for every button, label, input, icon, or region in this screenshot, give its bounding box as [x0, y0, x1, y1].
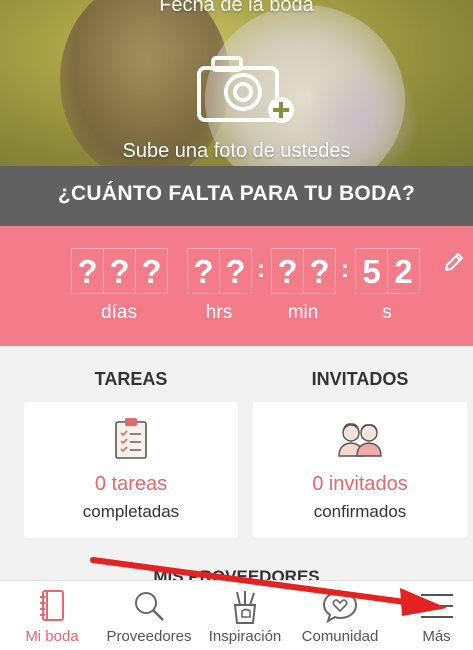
minutes-digit: ? [271, 248, 304, 294]
bottom-navigation: Mi boda Proveedores Inspiración Comunida… [0, 580, 473, 650]
seconds-group: 5 2 s [355, 248, 420, 323]
seconds-label: s [382, 302, 392, 323]
days-digit: ? [103, 248, 136, 294]
countdown-panel: ? ? ? días ? ? hrs : ? ? min : 5 2 s [0, 226, 473, 346]
hours-digit: ? [219, 248, 252, 294]
guests-status: confirmados [313, 502, 407, 521]
tasks-title: TAREAS [94, 369, 168, 389]
hours-group: ? ? hrs [187, 248, 252, 323]
days-group: ? ? ? días [71, 248, 168, 323]
nav-label: Más [422, 628, 451, 645]
tasks-card[interactable]: 0 tareas completadas [24, 402, 238, 538]
nav-comunidad[interactable]: Comunidad [290, 581, 390, 650]
time-separator: : [341, 256, 349, 283]
days-label: días [101, 302, 137, 323]
tasks-status: completadas [82, 502, 180, 521]
nav-label: Comunidad [301, 628, 379, 645]
clipboard-checklist-icon [115, 418, 147, 459]
nav-mi-boda[interactable]: Mi boda [6, 581, 98, 650]
search-icon [135, 592, 164, 621]
upload-photo-caption[interactable]: Sube una foto de ustedes [0, 140, 473, 163]
chat-heart-icon [322, 590, 358, 623]
guests-card[interactable]: 0 invitados confirmados [253, 402, 467, 538]
nav-label: Mi boda [25, 628, 79, 645]
tasks-count: 0 tareas [94, 473, 168, 495]
menu-icon [420, 594, 453, 618]
nav-mas[interactable]: Más [400, 581, 473, 650]
countdown-header: ¿CUÁNTO FALTA PARA TU BODA? [0, 166, 473, 226]
nav-label: Inspiración [208, 628, 282, 645]
notebook-icon [40, 590, 64, 621]
nav-proveedores[interactable]: Proveedores [98, 581, 200, 650]
hero-photo-area[interactable]: Fecha de la boda Sube una foto de ustede… [0, 0, 473, 166]
time-separator: : [257, 256, 265, 283]
nav-inspiracion[interactable]: Inspiración [200, 581, 290, 650]
days-digit: ? [71, 248, 104, 294]
days-digit: ? [135, 248, 168, 294]
minutes-label: min [287, 302, 319, 323]
add-photo-camera-icon[interactable] [193, 52, 297, 128]
guests-title: INVITADOS [311, 369, 409, 389]
guests-count: 0 invitados [312, 473, 408, 495]
guests-couple-icon [338, 423, 382, 457]
wedding-date-label: Fecha de la boda [159, 0, 314, 16]
hours-label: hrs [205, 302, 233, 323]
hours-digit: ? [187, 248, 220, 294]
edit-date-pencil-icon[interactable] [442, 250, 466, 274]
seconds-digit: 5 [355, 248, 388, 294]
brushes-icon [233, 591, 257, 624]
seconds-digit: 2 [387, 248, 420, 294]
minutes-group: ? ? min [271, 248, 336, 323]
nav-label: Proveedores [106, 628, 192, 645]
minutes-digit: ? [303, 248, 336, 294]
